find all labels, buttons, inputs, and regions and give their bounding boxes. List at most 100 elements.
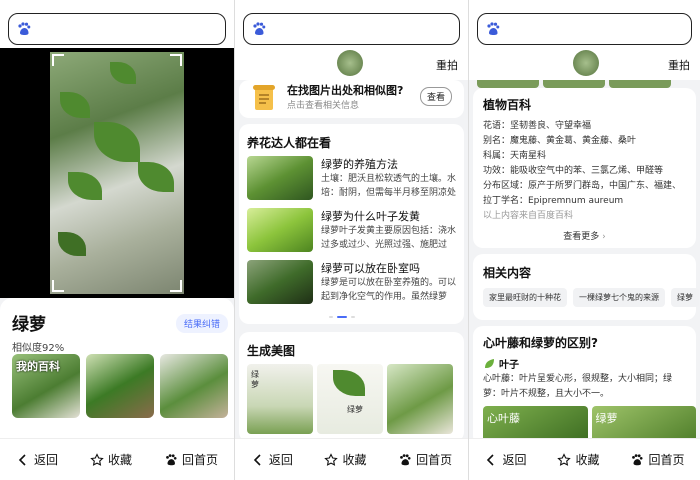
similar-image[interactable]: [160, 354, 228, 418]
fact-line: 分布区域：原产于所罗门群岛，中国广东、福建、: [483, 181, 682, 191]
encyclopedia-source: 以上内容来自百度百科: [483, 211, 574, 221]
fact-line: 拉丁学名：Epipremnum aureum: [483, 196, 624, 206]
image-source-card[interactable]: 在找图片出处和相似图? 点击查看相关信息 查看: [239, 80, 464, 118]
article-item[interactable]: 绿萝为什么叶子发黄 绿萝叶子发黄主要原因包括：浇水过多或过少、光照过强、施肥过: [247, 208, 456, 252]
comparison-image[interactable]: 心叶藤: [483, 406, 588, 442]
similar-image[interactable]: 我的百科: [12, 354, 80, 418]
home-label: 回首页: [181, 453, 218, 467]
scan-frame-corner: [52, 280, 64, 292]
search-box[interactable]: [243, 13, 460, 45]
back-button[interactable]: 返回: [251, 451, 293, 468]
related-chip[interactable]: 绿萝: [671, 288, 699, 307]
generated-image-caption: 绿萝: [347, 405, 363, 414]
similarity-score: 相似度92%: [12, 343, 65, 354]
back-label: 返回: [502, 453, 527, 467]
favorite-label: 收藏: [342, 453, 367, 467]
comparison-image[interactable]: 绿萝: [591, 406, 696, 442]
generated-image[interactable]: 绿萝: [317, 364, 383, 434]
star-icon: [557, 452, 572, 466]
generated-image-strip[interactable]: 绿萝 绿萝: [247, 364, 464, 434]
paw-icon: [253, 22, 266, 35]
comparison-image-label: 绿萝: [595, 412, 618, 425]
comparison-title: 心叶藤和绿萝的区别?: [483, 336, 598, 350]
home-button[interactable]: 回首页: [164, 451, 218, 468]
search-box[interactable]: [8, 13, 226, 45]
chevron-left-icon: [18, 453, 26, 466]
home-button[interactable]: 回首页: [630, 451, 685, 468]
star-icon: [324, 452, 339, 466]
encyclopedia-facts: 花语：坚韧善良、守望幸福 别名：魔鬼藤、黄金葛、黄金藤、桑叶 科属：天南星科 功…: [483, 119, 686, 224]
back-label: 返回: [268, 453, 293, 467]
paw-icon: [632, 453, 643, 465]
home-button[interactable]: 回首页: [398, 451, 452, 468]
captured-photo: [50, 52, 184, 294]
related-content-card: 相关内容 家里最旺财的十种花 一棵绿萝七个鬼的来源 绿萝: [473, 254, 699, 320]
chevron-left-icon: [487, 453, 495, 466]
article-image: [247, 156, 313, 200]
leaf-label: 叶子: [499, 360, 519, 371]
bottom-nav: 返回 收藏 回首页: [469, 438, 700, 480]
related-chip[interactable]: 家里最旺财的十种花: [483, 288, 567, 307]
thumb-watermark: 我的百科: [16, 360, 60, 373]
result-correction-button[interactable]: 结果纠错: [175, 314, 228, 333]
result-card[interactable]: 绿萝 相似度92% 结果纠错 我的百科: [0, 298, 234, 438]
panel-care-feed: 重拍 在找图片出处和相似图? 点击查看相关信息 查看 养花达人都在看 绿萝的养殖…: [234, 0, 468, 480]
article-item[interactable]: 绿萝可以放在卧室吗 绿萝是可以放在卧室养殖的。可以起到净化空气的作用。虽然绿萝: [247, 260, 456, 304]
paw-icon: [487, 22, 500, 35]
similar-image-strip[interactable]: 我的百科: [12, 354, 234, 418]
chevron-right-icon: ›: [602, 232, 606, 242]
image-strip-edge: [477, 80, 700, 88]
similar-image[interactable]: [86, 354, 154, 418]
view-button[interactable]: 查看: [419, 87, 452, 106]
generated-image[interactable]: 绿萝: [247, 364, 313, 434]
leaf-heading: 叶子: [483, 356, 519, 371]
panel-encyclopedia: 重拍 植物百科 花语：坚韧善良、守望幸福 别名：魔鬼藤、黄金葛、黄金藤、桑叶 科…: [468, 0, 700, 480]
view-more-label: 查看更多: [563, 232, 600, 242]
scan-frame-corner: [52, 54, 64, 66]
favorite-button[interactable]: 收藏: [90, 451, 132, 468]
back-label: 返回: [33, 453, 58, 467]
comparison-image-label: 心叶藤: [487, 412, 520, 425]
fact-line: 花语：坚韧善良、守望幸福: [483, 121, 592, 131]
favorite-label: 收藏: [107, 453, 132, 467]
encyclopedia-card: 植物百科 花语：坚韧善良、守望幸福 别名：魔鬼藤、黄金葛、黄金藤、桑叶 科属：天…: [473, 88, 696, 248]
view-more-button[interactable]: 查看更多 ›: [473, 229, 696, 242]
result-subheader: 重拍: [469, 48, 700, 80]
fact-line: 别名：魔鬼藤、黄金葛、黄金藤、桑叶: [483, 136, 637, 146]
home-label: 回首页: [416, 453, 453, 467]
captured-thumbnail[interactable]: [337, 50, 363, 76]
comparison-card: 心叶藤和绿萝的区别? 叶子 心叶藤：叶片呈爱心形，很规整，大小相同；绿萝：叶片不…: [473, 326, 696, 446]
article-title: 绿萝的养殖方法: [321, 158, 398, 171]
search-box[interactable]: [477, 13, 692, 45]
bottom-nav: 返回 收藏 回首页: [0, 438, 234, 480]
scan-frame-corner: [170, 280, 182, 292]
comparison-images[interactable]: 心叶藤 绿萝: [483, 406, 696, 442]
back-button[interactable]: 返回: [16, 451, 58, 468]
generated-image-caption: 绿萝: [251, 370, 259, 389]
article-title: 绿萝可以放在卧室吗: [321, 262, 420, 275]
article-snippet: 绿萝是可以放在卧室养殖的。可以起到净化空气的作用。虽然绿萝: [321, 278, 456, 302]
bottom-nav: 返回 收藏 回首页: [235, 438, 468, 480]
retake-button[interactable]: 重拍: [668, 57, 690, 73]
panel-camera-result: 绿萝 相似度92% 结果纠错 我的百科 返回 收藏 回首页: [0, 0, 234, 480]
leaf-icon: [485, 358, 494, 368]
top-bar: [469, 0, 700, 48]
captured-thumbnail[interactable]: [573, 50, 599, 76]
related-chip[interactable]: 一棵绿萝七个鬼的来源: [573, 288, 665, 307]
image-source-title: 在找图片出处和相似图?: [287, 84, 404, 97]
top-bar: [235, 0, 468, 48]
retake-button[interactable]: 重拍: [436, 57, 458, 73]
favorite-label: 收藏: [575, 453, 600, 467]
favorite-button[interactable]: 收藏: [324, 451, 366, 468]
favorite-button[interactable]: 收藏: [557, 451, 600, 468]
care-articles-card: 养花达人都在看 绿萝的养殖方法 土壤：肥沃且松软透气的土壤。水培：耐阴，但需每半…: [239, 124, 464, 324]
generated-image[interactable]: [387, 364, 453, 434]
article-snippet: 土壤：肥沃且松软透气的土壤。水培：耐阴，但需每半月移至阴凉处: [321, 174, 456, 198]
scan-frame-corner: [170, 54, 182, 66]
article-image: [247, 208, 313, 252]
camera-viewfinder: [0, 48, 234, 298]
article-item[interactable]: 绿萝的养殖方法 土壤：肥沃且松软透气的土壤。水培：耐阴，但需每半月移至阴凉处: [247, 156, 456, 200]
paw-icon: [18, 22, 31, 35]
back-button[interactable]: 返回: [484, 451, 527, 468]
comparison-text: 心叶藤：叶片呈爱心形，很规整，大小相同；绿萝：叶片不规整，且大小不一。: [483, 374, 673, 399]
